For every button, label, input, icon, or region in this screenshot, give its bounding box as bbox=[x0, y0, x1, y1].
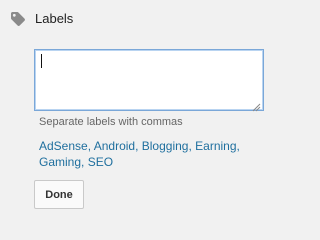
tag-icon bbox=[10, 11, 26, 27]
labels-header: Labels bbox=[10, 10, 73, 28]
resize-grip-icon[interactable] bbox=[252, 99, 261, 112]
labels-input[interactable] bbox=[35, 50, 263, 110]
labels-title: Labels bbox=[35, 11, 74, 26]
suggestion-blogging[interactable]: Blogging bbox=[142, 139, 189, 153]
labels-input-container bbox=[34, 49, 264, 112]
labels-helper-text: Separate labels with commas bbox=[39, 116, 183, 128]
suggestion-gaming[interactable]: Gaming bbox=[39, 155, 81, 169]
suggestion-android[interactable]: Android bbox=[94, 139, 135, 153]
suggestion-separator: , bbox=[81, 155, 88, 169]
suggestion-adsense[interactable]: AdSense bbox=[39, 139, 88, 153]
suggestion-separator: , bbox=[135, 139, 142, 153]
suggestion-earning[interactable]: Earning bbox=[195, 139, 236, 153]
suggestion-seo[interactable]: SEO bbox=[88, 155, 113, 169]
suggestion-separator: , bbox=[236, 139, 240, 153]
text-caret bbox=[41, 54, 42, 68]
done-button[interactable]: Done bbox=[34, 180, 84, 209]
label-suggestions: AdSense, Android, Blogging, Earning, Gam… bbox=[39, 138, 277, 170]
